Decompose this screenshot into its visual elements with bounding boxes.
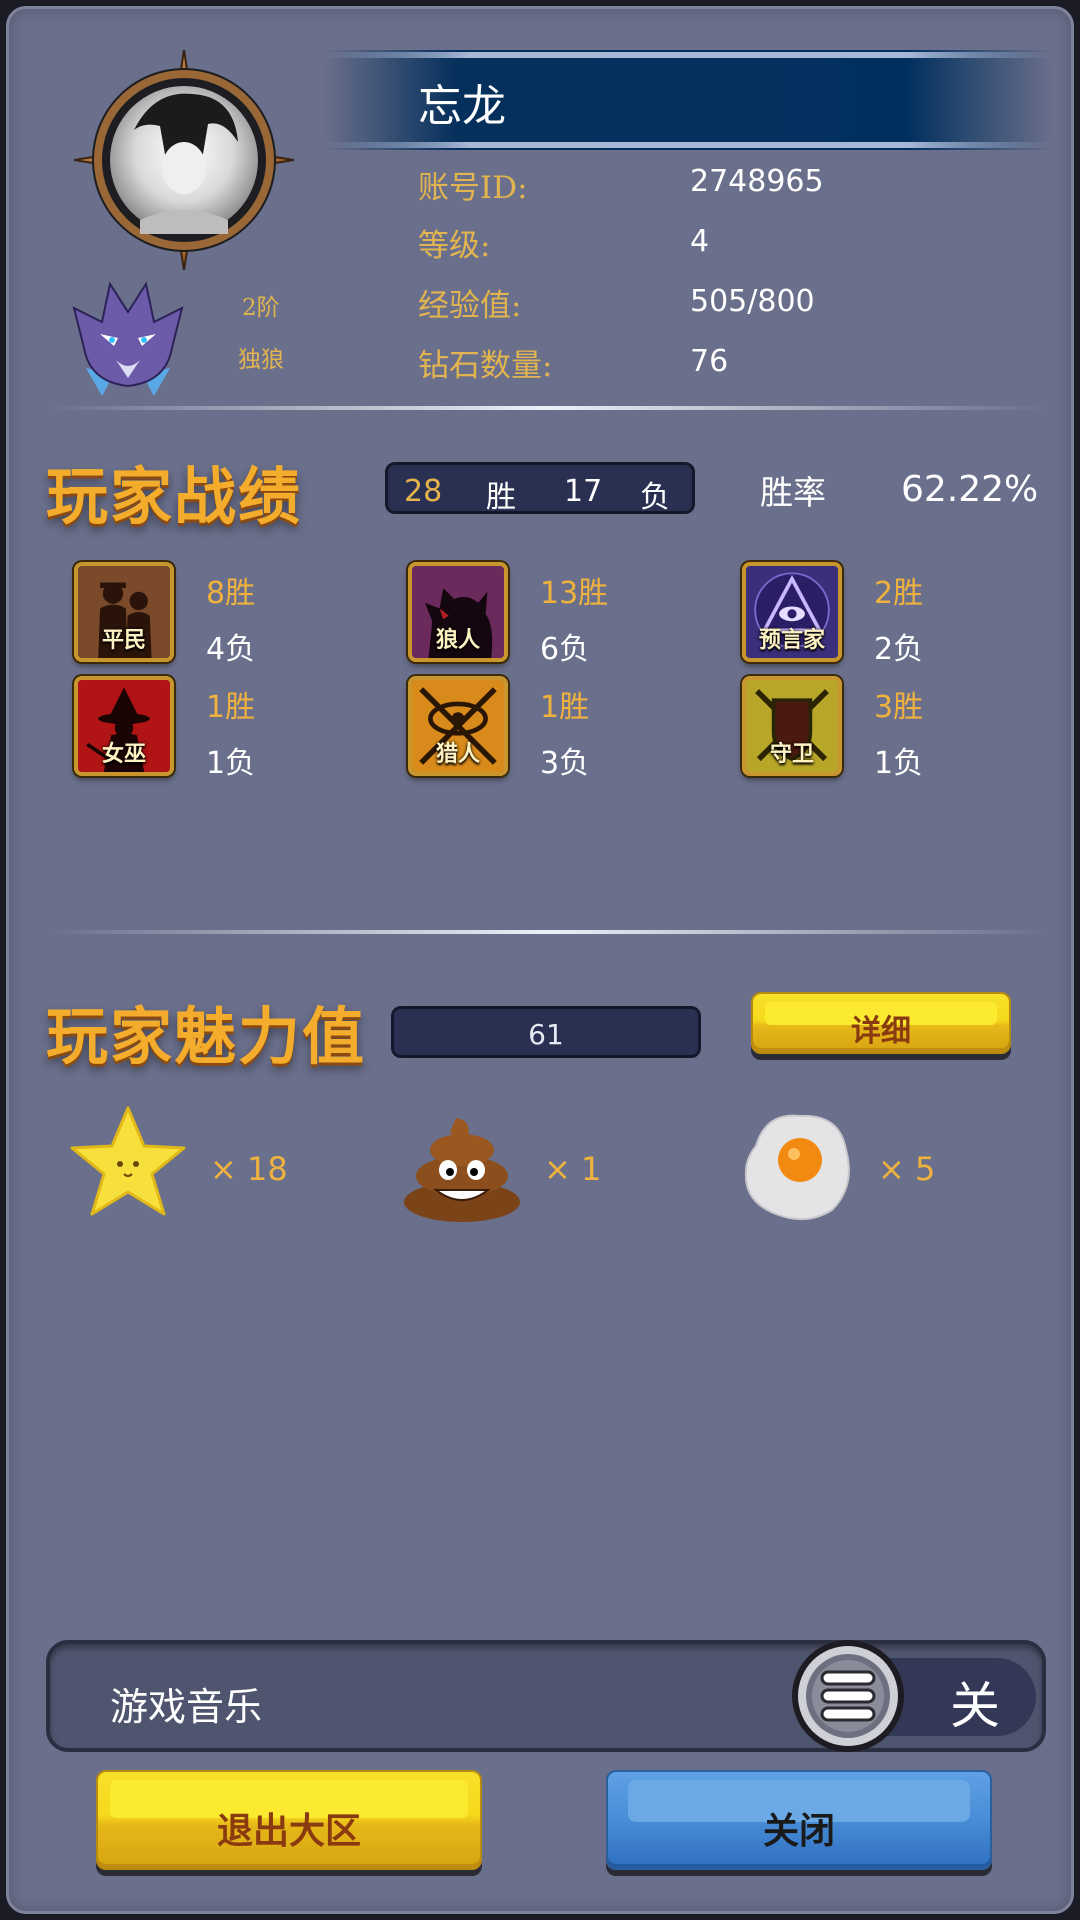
hunter-icon[interactable]: 猎人 <box>408 676 508 776</box>
account-id-label: 账号ID: <box>418 170 528 206</box>
divider <box>46 930 1046 934</box>
egg-count: × 5 <box>878 1150 936 1188</box>
exp-value: 505/800 <box>690 284 815 319</box>
close-button[interactable]: 关闭 <box>606 1770 992 1870</box>
role-losses: 1负 <box>874 746 924 781</box>
level-value: 4 <box>690 224 710 259</box>
role-name: 狼人 <box>435 628 480 653</box>
win-loss-summary: 28 胜 17 负 <box>385 462 695 515</box>
music-toggle-state: 关 <box>950 1677 1000 1735</box>
detail-button-label: 详细 <box>851 1014 911 1049</box>
toggle-knob-icon[interactable] <box>790 1638 906 1754</box>
star-icon <box>66 1102 190 1226</box>
witch-icon[interactable]: 女巫 <box>74 676 174 776</box>
diamond-value: 76 <box>690 344 729 379</box>
charm-title: 玩家魅力值 <box>46 1000 367 1073</box>
role-name: 猎人 <box>435 742 480 767</box>
avatar[interactable] <box>73 49 295 271</box>
music-label: 游戏音乐 <box>110 1685 263 1729</box>
egg-icon <box>736 1106 856 1226</box>
role-losses: 2负 <box>874 632 924 667</box>
winrate-value: 62.22% <box>901 469 1039 510</box>
role-wins: 2胜 <box>874 576 924 611</box>
role-wins: 1胜 <box>206 690 256 725</box>
poop-count: × 1 <box>544 1150 602 1188</box>
star-count: × 18 <box>210 1150 288 1188</box>
rank-name: 独狼 <box>238 347 284 373</box>
total-wins: 28 <box>404 474 443 509</box>
role-name: 预言家 <box>758 628 825 653</box>
record-title: 玩家战绩 <box>46 460 303 533</box>
role-name: 平民 <box>101 628 146 653</box>
poop-icon <box>400 1110 524 1224</box>
player-name: 忘龙 <box>418 81 506 132</box>
role-losses: 3负 <box>540 746 590 781</box>
account-id-value: 2748965 <box>690 164 824 199</box>
role-wins: 8胜 <box>206 576 256 611</box>
exit-region-button[interactable]: 退出大区 <box>96 1770 482 1870</box>
rank-badge-icon <box>66 278 190 396</box>
charm-value-box: 61 <box>391 1006 701 1058</box>
role-losses: 1负 <box>206 746 256 781</box>
charm-value: 61 <box>528 1018 564 1051</box>
role-name: 女巫 <box>101 742 146 767</box>
exit-region-label: 退出大区 <box>216 1810 361 1852</box>
exp-label: 经验值: <box>418 288 522 324</box>
role-losses: 4负 <box>206 632 256 667</box>
profile-panel: 2阶 独狼 忘龙 账号ID: 2748965 等级: 4 经验值: 505/80… <box>6 6 1074 1914</box>
role-losses: 6负 <box>540 632 590 667</box>
role-wins: 13胜 <box>540 576 609 611</box>
winrate-label: 胜率 <box>760 473 826 512</box>
name-banner: 忘龙 <box>324 50 1054 150</box>
guard-icon[interactable]: 守卫 <box>742 676 842 776</box>
role-wins: 3胜 <box>874 690 924 725</box>
role-name: 守卫 <box>769 742 814 767</box>
detail-button[interactable]: 详细 <box>751 992 1011 1054</box>
music-setting-row: 游戏音乐 关 <box>46 1640 1046 1752</box>
level-label: 等级: <box>418 228 491 264</box>
close-button-label: 关闭 <box>762 1810 835 1852</box>
divider <box>46 406 1046 410</box>
win-label: 胜 <box>486 480 516 515</box>
role-wins: 1胜 <box>540 690 590 725</box>
loss-label: 负 <box>640 480 670 515</box>
total-losses: 17 <box>564 474 603 509</box>
villager-icon[interactable]: 平民 <box>74 562 174 662</box>
rank-tier: 2阶 <box>242 295 280 321</box>
diamond-label: 钻石数量: <box>418 348 553 384</box>
seer-icon[interactable]: 预言家 <box>742 562 842 662</box>
werewolf-icon[interactable]: 狼人 <box>408 562 508 662</box>
